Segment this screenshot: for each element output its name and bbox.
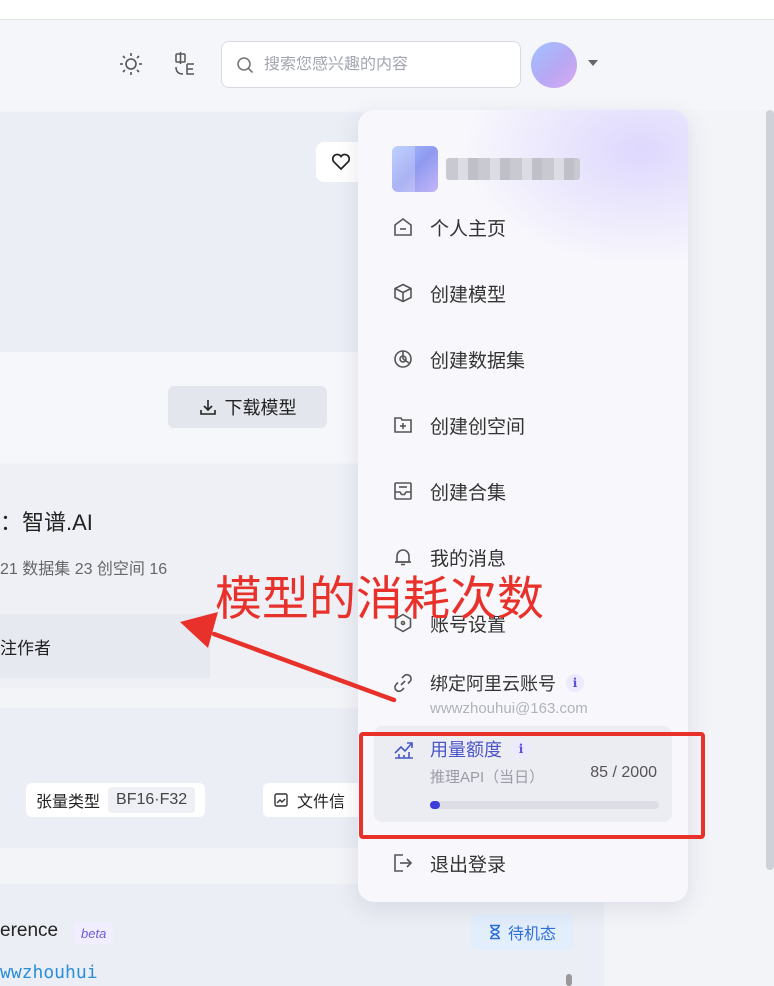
annotation-highlight-box (359, 732, 705, 839)
model-header-card (0, 112, 370, 352)
username-text: wwzhouhui (0, 962, 98, 983)
blurred-username (446, 158, 580, 180)
annotation-text: 模型的消耗次数 (215, 572, 544, 627)
dropdown-avatar (392, 146, 438, 192)
menu-item-label: 创建创空间 (430, 416, 526, 438)
menu-item-label: 创建数据集 (430, 350, 526, 372)
menu-item-profile[interactable]: 个人主页 (392, 210, 506, 244)
folder-plus-icon (392, 414, 414, 436)
menu-item-create-collection[interactable]: 创建合集 (392, 474, 506, 508)
menu-item-logout[interactable]: 退出登录 (392, 846, 506, 880)
tensor-type-label: 张量类型 (36, 794, 101, 811)
tensor-type-value: BF16·F32 (108, 787, 196, 813)
follow-author-button[interactable]: 注作者 (0, 614, 210, 678)
menu-item-bind-aliyun[interactable]: 绑定阿里云账号 i (392, 666, 584, 700)
image-file-icon (274, 793, 288, 807)
menu-item-label: 个人主页 (430, 218, 507, 240)
standby-label: 待机态 (507, 926, 556, 943)
download-button-label: 下载模型 (224, 398, 297, 418)
menu-item-label: 绑定阿里云账号 (430, 674, 556, 694)
menu-item-label: 退出登录 (430, 854, 507, 876)
follow-author-label: 注作者 (0, 638, 51, 658)
file-info-tag[interactable]: 文件信 (263, 783, 373, 817)
download-icon (199, 400, 216, 415)
browser-top-strip (0, 0, 774, 20)
chevron-down-icon[interactable] (588, 60, 598, 66)
org-name[interactable]: ：智谱.AI (0, 505, 93, 537)
cube-icon (392, 282, 414, 304)
user-avatar[interactable] (531, 42, 577, 88)
logout-icon (392, 852, 414, 874)
file-info-label: 文件信 (297, 794, 346, 811)
language-switch-icon[interactable] (172, 50, 200, 78)
home-icon (392, 216, 414, 238)
model-info-card (0, 708, 362, 848)
pie-chart-icon (392, 348, 414, 370)
sun-icon[interactable] (117, 50, 145, 78)
beta-badge: beta (74, 922, 114, 944)
menu-item-create-dataset[interactable]: 创建数据集 (392, 342, 525, 376)
inbox-icon (392, 480, 414, 502)
bound-email: wwwzhouhui@163.com (430, 700, 588, 717)
link-icon (392, 672, 414, 694)
inner-scrollbar[interactable] (566, 974, 572, 986)
hourglass-icon (489, 924, 500, 940)
search-box[interactable] (221, 41, 521, 88)
menu-item-label: 创建合集 (430, 482, 507, 504)
tensor-type-tag: 张量类型 BF16·F32 (26, 783, 206, 817)
download-model-button[interactable]: 下载模型 (168, 386, 327, 428)
info-icon[interactable]: i (566, 674, 584, 692)
heart-icon (331, 153, 351, 171)
dropdown-glow (458, 110, 688, 270)
inference-label: erence (0, 920, 59, 941)
org-stats: 21 数据集 23 创空间 16 (0, 561, 168, 578)
menu-item-label: 创建模型 (430, 284, 507, 306)
search-icon (237, 56, 254, 73)
vertical-scrollbar[interactable] (766, 110, 774, 870)
search-input[interactable] (264, 55, 504, 74)
standby-status-button[interactable]: 待机态 (471, 914, 573, 950)
menu-item-create-model[interactable]: 创建模型 (392, 276, 506, 310)
menu-item-create-space[interactable]: 创建创空间 (392, 408, 525, 442)
